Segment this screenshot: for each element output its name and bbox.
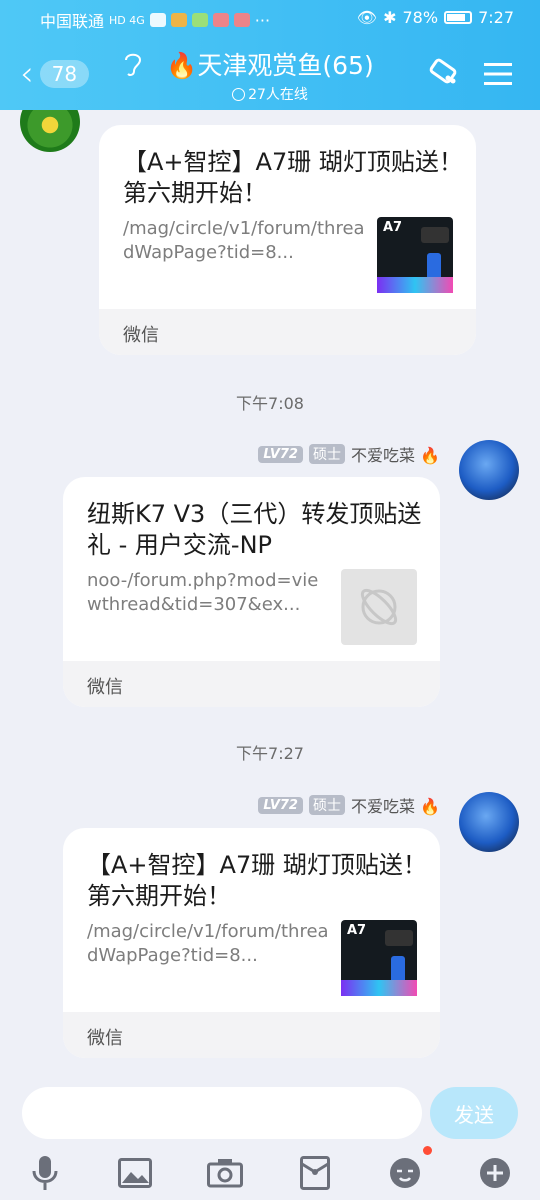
game-icon[interactable] [426, 56, 462, 92]
avatar[interactable] [459, 440, 519, 500]
battery-label: 78% [402, 8, 439, 27]
chat-header: 中国联通 HD 4G ··· 👁 ✱ 78% 7:27 ‹ 78 🔥天津观赏鱼(… [0, 0, 540, 110]
bluetooth-icon: ✱ [383, 8, 397, 27]
notification-icon [170, 13, 187, 27]
degree-badge: 硕士 [308, 444, 345, 464]
composer-toolbar [0, 1146, 540, 1197]
unread-count-badge: 78 [39, 60, 90, 88]
timestamp: 下午7:27 [236, 744, 304, 763]
group-title-area[interactable]: 🔥天津观赏鱼(65) 27人在线 [140, 46, 400, 105]
status-bar: 中国联通 HD 4G ··· 👁 ✱ 78% 7:27 [0, 0, 540, 36]
clock-label: 7:27 [478, 8, 514, 27]
sender-name: 不爱吃菜 🔥 [350, 797, 440, 816]
card-url: /mag/circle/v1/forum/threadWapPage?tid=8… [123, 218, 365, 263]
sender-meta: LV72 硕士 不爱吃菜 🔥 [258, 442, 440, 466]
online-count: 27人在线 [248, 87, 308, 103]
avatar[interactable] [20, 110, 80, 152]
card-source: 微信 [99, 309, 476, 355]
card-title: 【A+智控】A7珊 瑚灯顶贴送！ 第六期开始！ [87, 851, 427, 910]
sender-name: 不爱吃菜 🔥 [350, 446, 440, 465]
notification-icon [233, 13, 250, 27]
notification-icon [212, 13, 229, 27]
menu-icon[interactable] [480, 56, 516, 92]
card-thumbnail: A7 [341, 920, 417, 996]
image-icon[interactable] [115, 1153, 155, 1193]
link-card[interactable]: 纽斯K7 V3（三代）转发顶贴送礼 - 用户交流-NP noo-/forum.p… [63, 477, 440, 707]
card-source: 微信 [63, 661, 440, 707]
level-badge: LV72 [258, 796, 303, 814]
notification-icon [191, 13, 208, 27]
send-button[interactable]: 发送 [430, 1087, 518, 1139]
card-thumbnail: A7 [377, 217, 453, 293]
chat-message-list[interactable]: 【A+智控】A7珊 瑚灯顶贴送！ 第六期开始！ /mag/circle/v1/f… [0, 110, 540, 1075]
planet-placeholder-icon [360, 588, 398, 626]
eye-icon: 👁 [356, 8, 378, 27]
card-url: noo-/forum.php?mod=viewthread&tid=307&ex… [87, 570, 319, 615]
link-card[interactable]: 【A+智控】A7珊 瑚灯顶贴送！ 第六期开始！ /mag/circle/v1/f… [99, 125, 476, 355]
network-label: HD 4G [109, 13, 145, 27]
battery-icon [444, 11, 473, 24]
notification-icon [149, 13, 166, 27]
thumbnail-label: A7 [347, 923, 367, 938]
card-source: 微信 [63, 1012, 440, 1058]
thumbnail-label: A7 [383, 220, 403, 235]
card-title: 纽斯K7 V3（三代）转发顶贴送礼 - 用户交流-NP [87, 500, 422, 559]
notification-dot [423, 1146, 432, 1155]
degree-badge: 硕士 [308, 795, 345, 815]
group-title: 🔥天津观赏鱼(65) [166, 51, 374, 80]
emoji-icon[interactable] [385, 1153, 425, 1193]
chevron-left-icon: ‹ [20, 54, 34, 94]
back-button[interactable]: ‹ 78 [20, 54, 100, 94]
link-card[interactable]: 【A+智控】A7珊 瑚灯顶贴送！ 第六期开始！ /mag/circle/v1/f… [63, 828, 440, 1058]
card-title: 【A+智控】A7珊 瑚灯顶贴送！ 第六期开始！ [123, 148, 463, 207]
camera-icon[interactable] [205, 1153, 245, 1193]
message-input[interactable] [22, 1087, 422, 1139]
microphone-icon[interactable] [25, 1153, 65, 1193]
plus-icon[interactable] [475, 1153, 515, 1193]
carrier-label: 中国联通 [40, 12, 105, 31]
level-badge: LV72 [258, 445, 303, 463]
more-notifications-icon: ··· [254, 10, 271, 30]
online-status: 27人在线 [232, 84, 308, 104]
composer: 发送 [0, 1075, 540, 1200]
red-packet-icon[interactable] [295, 1153, 335, 1193]
sender-meta: LV72 硕士 不爱吃菜 🔥 [258, 793, 440, 817]
check-circle-icon [232, 87, 246, 101]
avatar[interactable] [459, 792, 519, 852]
card-url: /mag/circle/v1/forum/threadWapPage?tid=8… [87, 921, 329, 966]
card-thumbnail [341, 569, 417, 645]
timestamp: 下午7:08 [236, 394, 304, 413]
